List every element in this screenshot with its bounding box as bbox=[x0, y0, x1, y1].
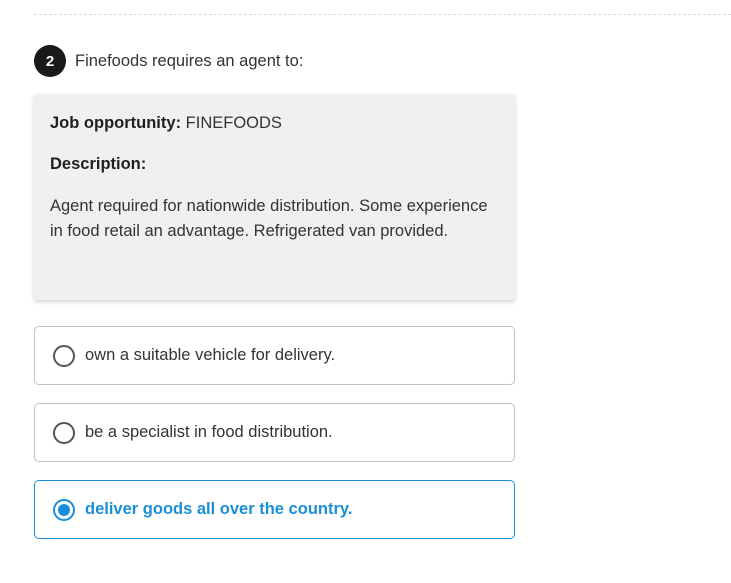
job-description-card: Job opportunity: FINEFOODS Description: … bbox=[34, 94, 515, 300]
answer-option-label: deliver goods all over the country. bbox=[85, 500, 353, 518]
question-text: Finefoods requires an agent to: bbox=[75, 51, 304, 70]
radio-dot-icon bbox=[58, 503, 70, 516]
answer-option-2[interactable]: be a specialist in food distribution. bbox=[34, 403, 515, 462]
answer-option-label: own a suitable vehicle for delivery. bbox=[85, 346, 336, 364]
radio-unchecked-icon[interactable] bbox=[53, 344, 75, 367]
top-divider bbox=[34, 14, 731, 15]
question-number-badge: 2 bbox=[34, 45, 66, 77]
radio-unchecked-icon[interactable] bbox=[53, 421, 75, 444]
answer-option-label: be a specialist in food distribution. bbox=[85, 423, 333, 441]
description-heading: Description: bbox=[50, 155, 147, 173]
description-text: Agent required for nationwide distributi… bbox=[50, 197, 488, 240]
question-header: 2 Finefoods requires an agent to: bbox=[34, 45, 303, 77]
job-opportunity-value: FINEFOODS bbox=[185, 114, 282, 132]
job-opportunity-label: Job opportunity: bbox=[50, 114, 182, 132]
answer-option-3[interactable]: deliver goods all over the country. bbox=[34, 480, 515, 539]
radio-checked-icon[interactable] bbox=[53, 498, 75, 521]
answer-option-1[interactable]: own a suitable vehicle for delivery. bbox=[34, 326, 515, 385]
job-opportunity-line: Job opportunity: FINEFOODS bbox=[50, 112, 499, 134]
